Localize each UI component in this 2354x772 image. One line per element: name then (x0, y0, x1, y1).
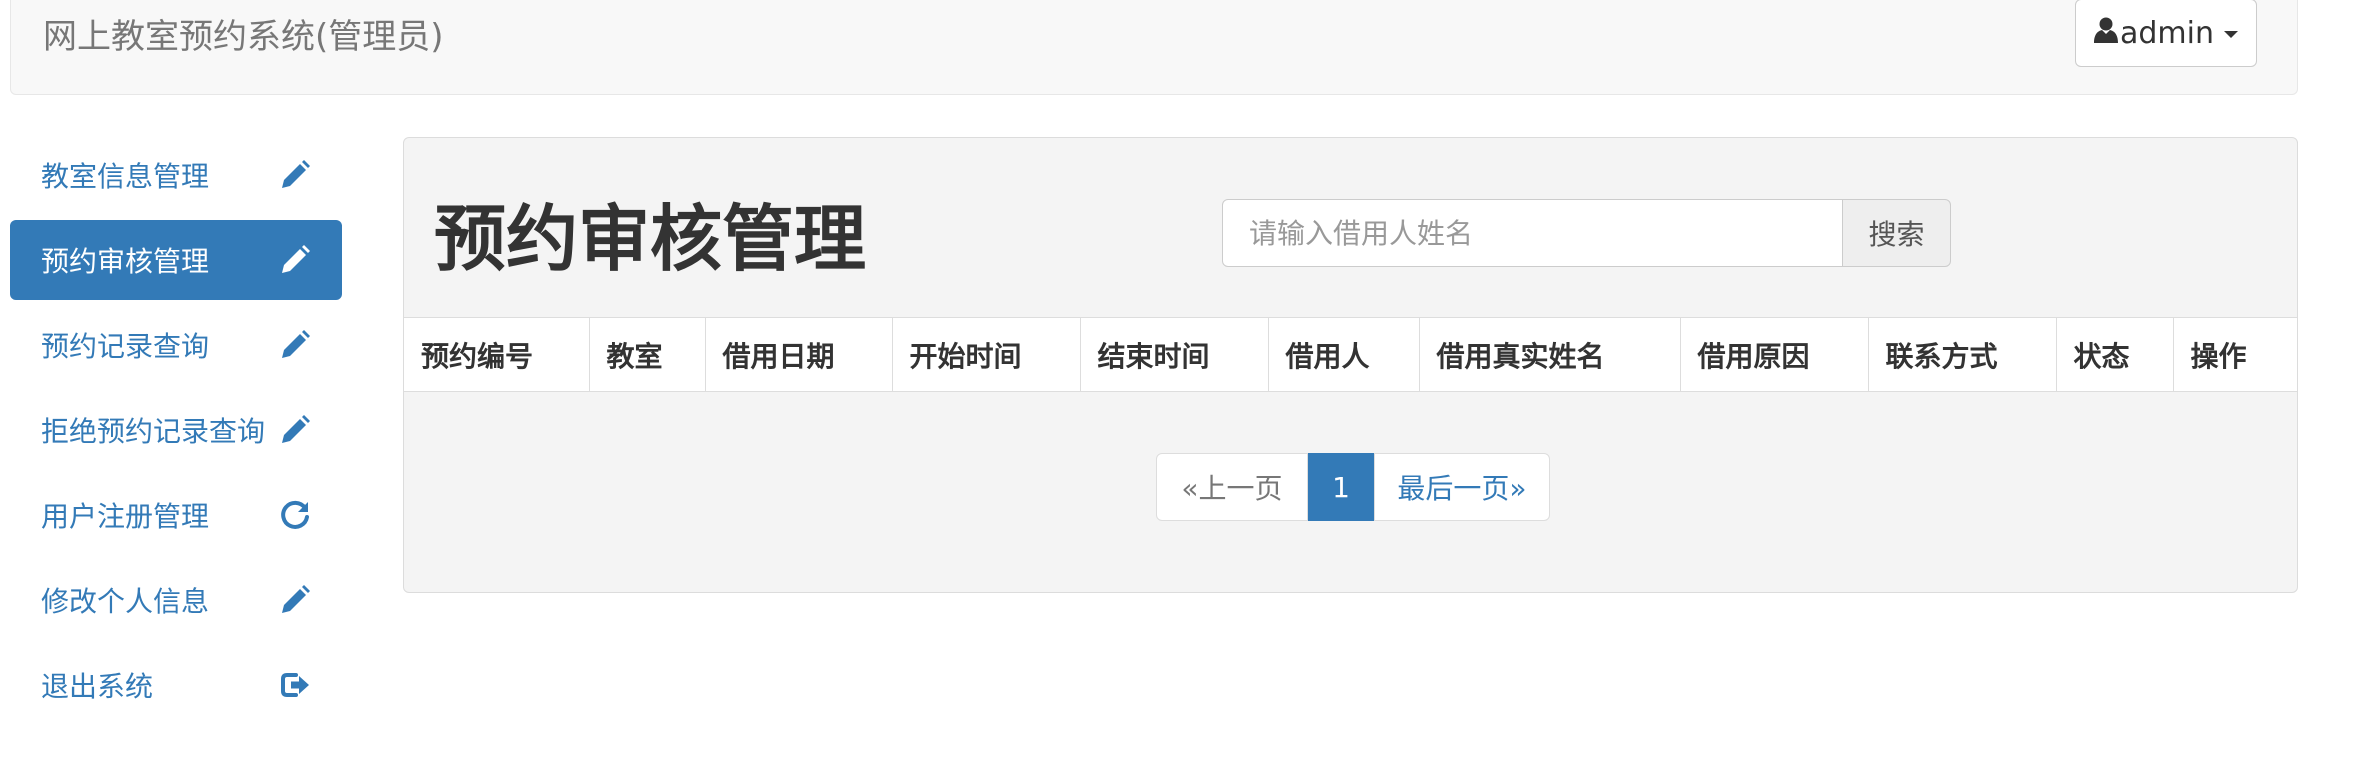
sidebar-item-edit-profile[interactable]: 修改个人信息 (10, 560, 342, 640)
column-header-contact[interactable]: 联系方式 (1868, 317, 2057, 392)
user-menu-button[interactable]: admin (2075, 0, 2257, 67)
pencil-icon (282, 245, 310, 273)
top-navbar: 网上教室预约系统(管理员) admin (10, 0, 2298, 95)
column-header-start-time[interactable]: 开始时间 (892, 317, 1081, 392)
last-page-button[interactable]: 最后一页» (1374, 453, 1550, 521)
column-header-borrower-real-name[interactable]: 借用真实姓名 (1419, 317, 1681, 392)
sidebar-item-label: 预约审核管理 (41, 245, 210, 278)
prev-page-button[interactable]: «上一页 (1156, 453, 1308, 521)
sidebar-item-label: 退出系统 (41, 670, 154, 703)
user-icon (2094, 16, 2118, 51)
reservation-table: 预约编号 教室 借用日期 开始时间 结束时间 借用人 借用真实姓名 借用原因 联… (404, 317, 2297, 392)
column-header-borrow-reason[interactable]: 借用原因 (1680, 317, 1869, 392)
column-header-borrow-date[interactable]: 借用日期 (705, 317, 893, 392)
sidebar-item-logout[interactable]: 退出系统 (10, 645, 342, 725)
sidebar-item-reservation-records[interactable]: 预约记录查询 (10, 305, 342, 385)
caret-down-icon (2224, 30, 2238, 38)
column-header-classroom[interactable]: 教室 (589, 317, 706, 392)
column-header-reservation-id[interactable]: 预约编号 (404, 317, 590, 392)
sidebar-item-label: 用户注册管理 (41, 500, 210, 533)
page-title: 预约审核管理 (434, 197, 867, 281)
sidebar-item-reservation-review[interactable]: 预约审核管理 (10, 220, 342, 300)
logout-icon (281, 673, 309, 697)
column-header-actions[interactable]: 操作 (2173, 317, 2297, 392)
column-header-end-time[interactable]: 结束时间 (1080, 317, 1269, 392)
sidebar-item-label: 预约记录查询 (41, 330, 210, 363)
column-header-status[interactable]: 状态 (2056, 317, 2174, 392)
pencil-icon (282, 330, 310, 358)
reservation-review-panel: 预约审核管理 搜索 预约编号 教室 借用日期 开始时间 结束时间 借用人 借用真… (403, 137, 2298, 593)
search-button[interactable]: 搜索 (1842, 199, 1951, 267)
search-input[interactable] (1222, 199, 1844, 267)
sidebar-item-label: 修改个人信息 (41, 585, 210, 618)
refresh-icon (281, 500, 309, 529)
sidebar-item-rejected-records[interactable]: 拒绝预约记录查询 (10, 390, 342, 470)
pencil-icon (282, 415, 310, 443)
app-brand[interactable]: 网上教室预约系统(管理员) (43, 13, 444, 61)
current-page-button[interactable]: 1 (1308, 453, 1374, 521)
sidebar-nav: 教室信息管理 预约审核管理 预约记录查询 拒绝预约记录查询 用户注册管理 修改个… (10, 135, 342, 730)
pencil-icon (282, 160, 310, 188)
column-header-borrower[interactable]: 借用人 (1268, 317, 1420, 392)
table-header-row: 预约编号 教室 借用日期 开始时间 结束时间 借用人 借用真实姓名 借用原因 联… (404, 317, 2297, 392)
pagination: «上一页 1 最后一页» (1156, 453, 1550, 521)
sidebar-item-classroom-info[interactable]: 教室信息管理 (10, 135, 342, 215)
sidebar-item-user-registration[interactable]: 用户注册管理 (10, 475, 342, 555)
user-name: admin (2120, 15, 2214, 51)
sidebar-item-label: 拒绝预约记录查询 (41, 415, 266, 448)
pencil-icon (282, 585, 310, 613)
sidebar-item-label: 教室信息管理 (41, 160, 210, 193)
